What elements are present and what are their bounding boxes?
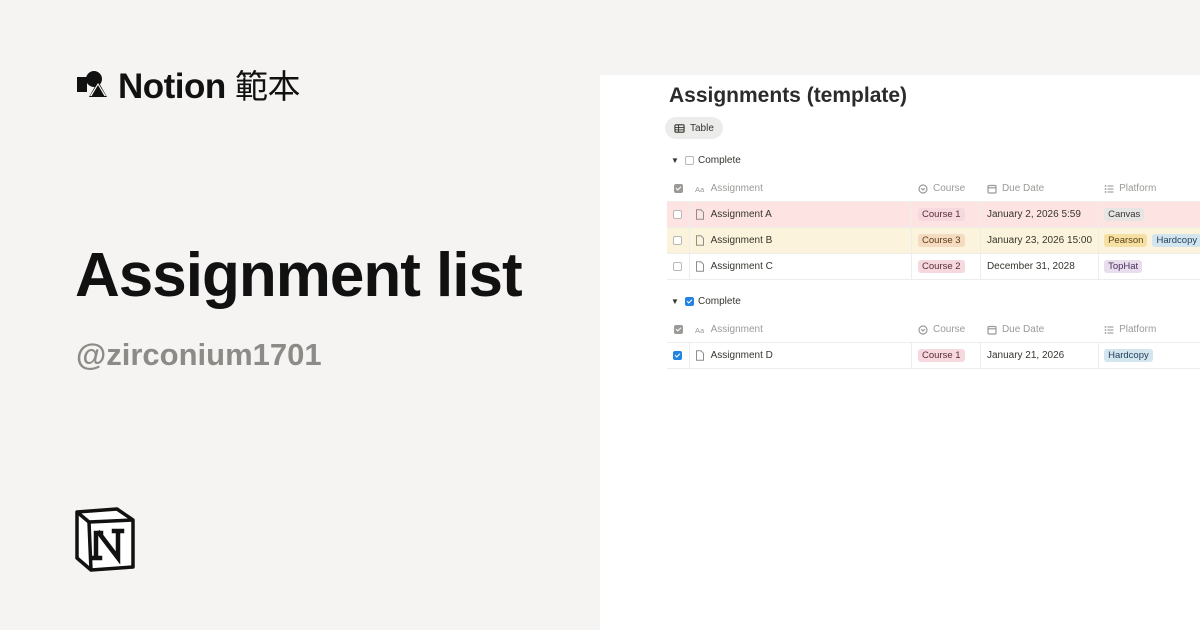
course-tag: Course 2 bbox=[918, 260, 965, 273]
tab-table-label: Table bbox=[690, 122, 714, 134]
row-checkbox[interactable] bbox=[673, 351, 683, 360]
course-tag: Course 1 bbox=[918, 208, 965, 221]
page-title: Assignment list bbox=[75, 241, 523, 310]
due-date: January 2, 2026 5:59 bbox=[986, 209, 1081, 220]
calendar-icon bbox=[987, 184, 997, 194]
due-date: January 21, 2026 bbox=[986, 350, 1065, 361]
assignment-name[interactable]: Assignment A bbox=[711, 209, 772, 220]
caret-down-icon[interactable]: ▼ bbox=[671, 156, 681, 165]
assignment-name[interactable]: Assignment B bbox=[711, 235, 773, 246]
table-row[interactable]: Assignment A Course 1 January 2, 2026 5:… bbox=[667, 202, 1200, 228]
group-label: Complete bbox=[698, 295, 741, 307]
database-preview: Assignments (template) Table ▼ Complete … bbox=[600, 75, 1200, 630]
text-aa-icon: Aa bbox=[695, 325, 705, 334]
column-header-assignment[interactable]: Assignment bbox=[711, 324, 763, 335]
due-date: December 31, 2028 bbox=[986, 261, 1075, 272]
page-icon bbox=[695, 261, 704, 272]
group-checkbox bbox=[685, 155, 694, 165]
brand-suffix: 範本 bbox=[235, 67, 301, 106]
author-handle: @zirconium1701 bbox=[76, 337, 322, 372]
group-label: Complete bbox=[698, 154, 741, 166]
svg-text:Aa: Aa bbox=[695, 184, 705, 193]
text-aa-icon: Aa bbox=[695, 184, 705, 193]
column-header-platform[interactable]: Platform bbox=[1119, 324, 1156, 335]
platform-tag: TopHat bbox=[1104, 260, 1143, 273]
column-header-due-date[interactable]: Due Date bbox=[1002, 183, 1044, 194]
select-icon bbox=[918, 324, 928, 335]
row-checkbox[interactable] bbox=[673, 262, 683, 271]
table-row[interactable]: Assignment C Course 2 December 31, 2028 … bbox=[667, 254, 1200, 280]
column-header-course[interactable]: Course bbox=[933, 183, 965, 194]
column-header-due-date[interactable]: Due Date bbox=[1002, 324, 1044, 335]
table-row[interactable]: Assignment D Course 1 January 21, 2026 H… bbox=[667, 343, 1200, 369]
group-incomplete: ▼ Complete Aa Assignment Course Due Date… bbox=[667, 151, 1200, 280]
column-header-assignment[interactable]: Assignment bbox=[711, 183, 763, 194]
platform-tag: Pearson bbox=[1104, 234, 1148, 247]
group-complete: ▼ Complete Aa Assignment Course Due Date… bbox=[667, 292, 1200, 369]
group-header[interactable]: ▼ Complete bbox=[667, 292, 1200, 310]
platform-tag: Hardcopy bbox=[1152, 234, 1200, 247]
calendar-icon bbox=[987, 325, 997, 335]
page-icon bbox=[695, 209, 704, 220]
group-checkbox bbox=[685, 296, 694, 306]
svg-text:Aa: Aa bbox=[695, 325, 705, 334]
checkbox-property-icon bbox=[673, 325, 683, 334]
table-header: Aa Assignment Course Due Date Platform bbox=[667, 317, 1200, 343]
assignment-name[interactable]: Assignment C bbox=[711, 261, 773, 272]
brand-name: Notion 範本 bbox=[118, 67, 301, 106]
course-tag: Course 1 bbox=[918, 349, 965, 362]
group-header[interactable]: ▼ Complete bbox=[667, 151, 1200, 169]
multi-select-list-icon bbox=[1104, 184, 1114, 193]
caret-down-icon[interactable]: ▼ bbox=[671, 297, 681, 306]
course-tag: Course 3 bbox=[918, 234, 965, 247]
platform-tag: Canvas bbox=[1104, 208, 1145, 221]
assignment-name[interactable]: Assignment D bbox=[711, 350, 773, 361]
tab-table-view[interactable]: Table bbox=[665, 117, 723, 139]
column-header-course[interactable]: Course bbox=[933, 324, 965, 335]
shapes-logo-icon bbox=[77, 71, 107, 97]
table-icon bbox=[674, 123, 685, 133]
column-header-platform[interactable]: Platform bbox=[1119, 183, 1156, 194]
table-header: Aa Assignment Course Due Date Platform bbox=[667, 176, 1200, 202]
brand-header: Notion 範本 bbox=[76, 60, 301, 108]
select-icon bbox=[918, 183, 928, 194]
multi-select-list-icon bbox=[1104, 325, 1114, 334]
database-title: Assignments (template) bbox=[669, 84, 908, 107]
page-icon bbox=[695, 235, 704, 246]
row-checkbox[interactable] bbox=[673, 210, 683, 219]
notion-logo-icon bbox=[75, 507, 135, 572]
platform-tag: Hardcopy bbox=[1104, 349, 1153, 362]
row-checkbox[interactable] bbox=[673, 236, 683, 245]
table-row[interactable]: Assignment B Course 3 January 23, 2026 1… bbox=[667, 228, 1200, 254]
checkbox-property-icon bbox=[673, 184, 683, 193]
due-date: January 23, 2026 15:00 bbox=[986, 235, 1093, 246]
page-icon bbox=[695, 350, 704, 361]
